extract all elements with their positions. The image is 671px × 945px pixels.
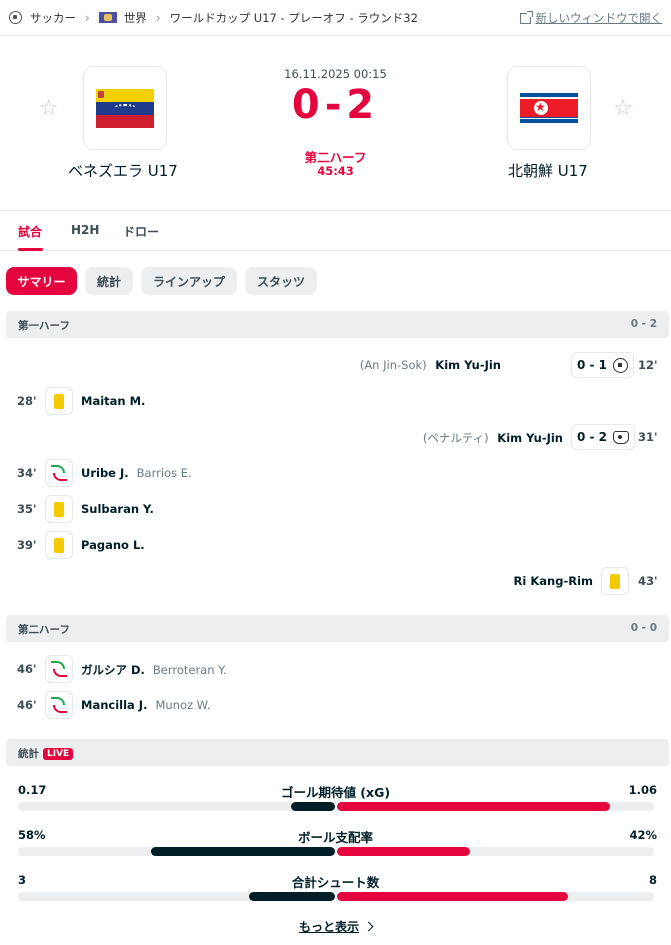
incident-player[interactable]: Ri Kang-Rim xyxy=(514,574,593,588)
stat-home-bar xyxy=(291,802,335,811)
subtab-player-stats[interactable]: スタッツ xyxy=(245,267,317,295)
breadcrumb-country[interactable]: 世界 xyxy=(124,10,147,26)
breadcrumb-sport[interactable]: サッカー xyxy=(30,10,76,26)
world-flag-icon xyxy=(98,12,117,23)
show-more-link[interactable]: もっと表示 xyxy=(0,918,671,935)
incident-minute: 46' xyxy=(17,662,37,676)
second-half-header: 第二ハーフ 0 - 0 xyxy=(6,615,669,642)
stat-away-value: 1.06 xyxy=(628,783,657,797)
breadcrumb-competition[interactable]: ワールドカップ U17 - プレーオフ - ラウンド32 xyxy=(170,10,418,26)
second-half-label: 第二ハーフ xyxy=(18,624,70,636)
penalty-icon xyxy=(613,430,630,444)
incident-minute: 35' xyxy=(17,502,37,516)
active-tab-indicator xyxy=(18,248,43,251)
chevron-right-icon: › xyxy=(155,10,161,25)
away-team-name[interactable]: 北朝鮮 U17 xyxy=(508,160,588,181)
tab-h2h[interactable]: H2H xyxy=(71,223,99,237)
second-half-score: 0 - 0 xyxy=(630,622,657,634)
incident-player[interactable]: Maitan M. xyxy=(81,394,145,408)
player-out[interactable]: Berroteran Y. xyxy=(153,663,227,677)
substitution-icon xyxy=(51,661,67,677)
incident-minute: 28' xyxy=(17,394,37,408)
chevron-right-icon xyxy=(363,921,374,932)
soccer-ball-icon xyxy=(9,11,22,24)
player-out[interactable]: Barrios E. xyxy=(137,466,192,480)
incident-icon-box xyxy=(45,691,73,719)
incident-minute: 46' xyxy=(17,698,37,712)
live-badge: LIVE xyxy=(43,748,74,760)
stat-home-bar xyxy=(151,847,335,856)
north-korea-flag: ★ xyxy=(520,93,578,123)
yellow-card-icon xyxy=(54,501,64,517)
incident-minute: 39' xyxy=(17,538,37,552)
goal-score-box: 0 - 1 xyxy=(571,352,635,378)
goal-score: 0 - 2 xyxy=(577,430,608,444)
new-window-link[interactable]: 新しいウィンドウで開く xyxy=(519,10,663,26)
stat-away-bar xyxy=(337,802,610,811)
incident-player: Mancilla J. Munoz W. xyxy=(81,698,210,712)
incident-assist: (An Jin-Sok) Kim Yu-Jin xyxy=(359,358,501,372)
favorite-away-star-icon[interactable]: ☆ xyxy=(613,96,633,121)
first-half-header: 第一ハーフ 0 - 2 xyxy=(6,311,669,338)
incident-icon-box xyxy=(45,387,73,415)
stat-label: ゴール期待値 (xG) xyxy=(280,785,391,800)
stat-label: 合計シュート数 xyxy=(291,875,380,890)
substitution-icon xyxy=(51,465,67,481)
incident-icon-box xyxy=(45,459,73,487)
first-half-score: 0 - 2 xyxy=(630,318,657,330)
incident-player[interactable]: Sulbaran Y. xyxy=(81,502,154,516)
stats-header: 統計 LIVE xyxy=(6,739,669,766)
yellow-card-icon xyxy=(54,537,64,553)
incident-icon-box xyxy=(45,495,73,523)
incident-minute: 43' xyxy=(638,574,658,588)
new-window-label: 新しいウィンドウで開く xyxy=(535,11,663,25)
incident-player[interactable]: Kim Yu-Jin xyxy=(497,431,563,445)
player-in[interactable]: Uribe J. xyxy=(81,466,129,480)
substitution-icon xyxy=(51,697,67,713)
yellow-card-icon xyxy=(54,393,64,409)
incident-assist: (ペナルティ) Kim Yu-Jin xyxy=(422,431,563,445)
subtab-stats[interactable]: 統計 xyxy=(85,267,133,295)
incident-player[interactable]: Pagano L. xyxy=(81,538,145,552)
stat-home-track xyxy=(18,802,335,811)
incident-player: Uribe J. Barrios E. xyxy=(81,466,192,480)
incident-player[interactable]: Kim Yu-Jin xyxy=(435,358,501,372)
away-team-logo[interactable]: ★ xyxy=(507,66,591,150)
incident-player: ガルシア D. Berroteran Y. xyxy=(81,662,227,678)
stat-home-bar xyxy=(249,892,335,901)
stat-away-bar xyxy=(337,847,470,856)
first-half-label: 第一ハーフ xyxy=(18,320,70,332)
goal-score: 0 - 1 xyxy=(577,358,608,372)
goal-score-box: 0 - 2 xyxy=(571,424,636,450)
stats-label: 統計 LIVE xyxy=(18,746,74,761)
tab-match[interactable]: 試合 xyxy=(18,223,42,240)
player-in[interactable]: ガルシア D. xyxy=(81,663,145,677)
player-out[interactable]: Munoz W. xyxy=(155,698,210,712)
incident-icon-box xyxy=(45,655,73,683)
player-in[interactable]: Mancilla J. xyxy=(81,698,147,712)
incident-minute: 31' xyxy=(638,430,658,444)
chevron-right-icon: › xyxy=(85,10,90,25)
stat-away-bar xyxy=(337,892,568,901)
match-tabs: 試合 H2H ドロー xyxy=(0,210,671,251)
external-link-icon xyxy=(519,10,533,24)
yellow-card-icon xyxy=(610,573,620,589)
subtab-summary[interactable]: サマリー xyxy=(6,267,77,295)
stat-label: ボール支配率 xyxy=(297,830,373,845)
incident-icon-box xyxy=(45,531,73,559)
incident-minute: 12' xyxy=(638,358,658,372)
incident-icon-box xyxy=(601,567,629,595)
show-more-label: もっと表示 xyxy=(298,920,359,934)
stat-away-value: 8 xyxy=(648,873,657,887)
soccer-ball-icon xyxy=(613,357,629,373)
tab-draw[interactable]: ドロー xyxy=(123,223,159,240)
incident-minute: 34' xyxy=(17,466,37,480)
stat-away-value: 42% xyxy=(629,828,657,842)
subtab-lineups[interactable]: ラインアップ xyxy=(141,267,237,295)
